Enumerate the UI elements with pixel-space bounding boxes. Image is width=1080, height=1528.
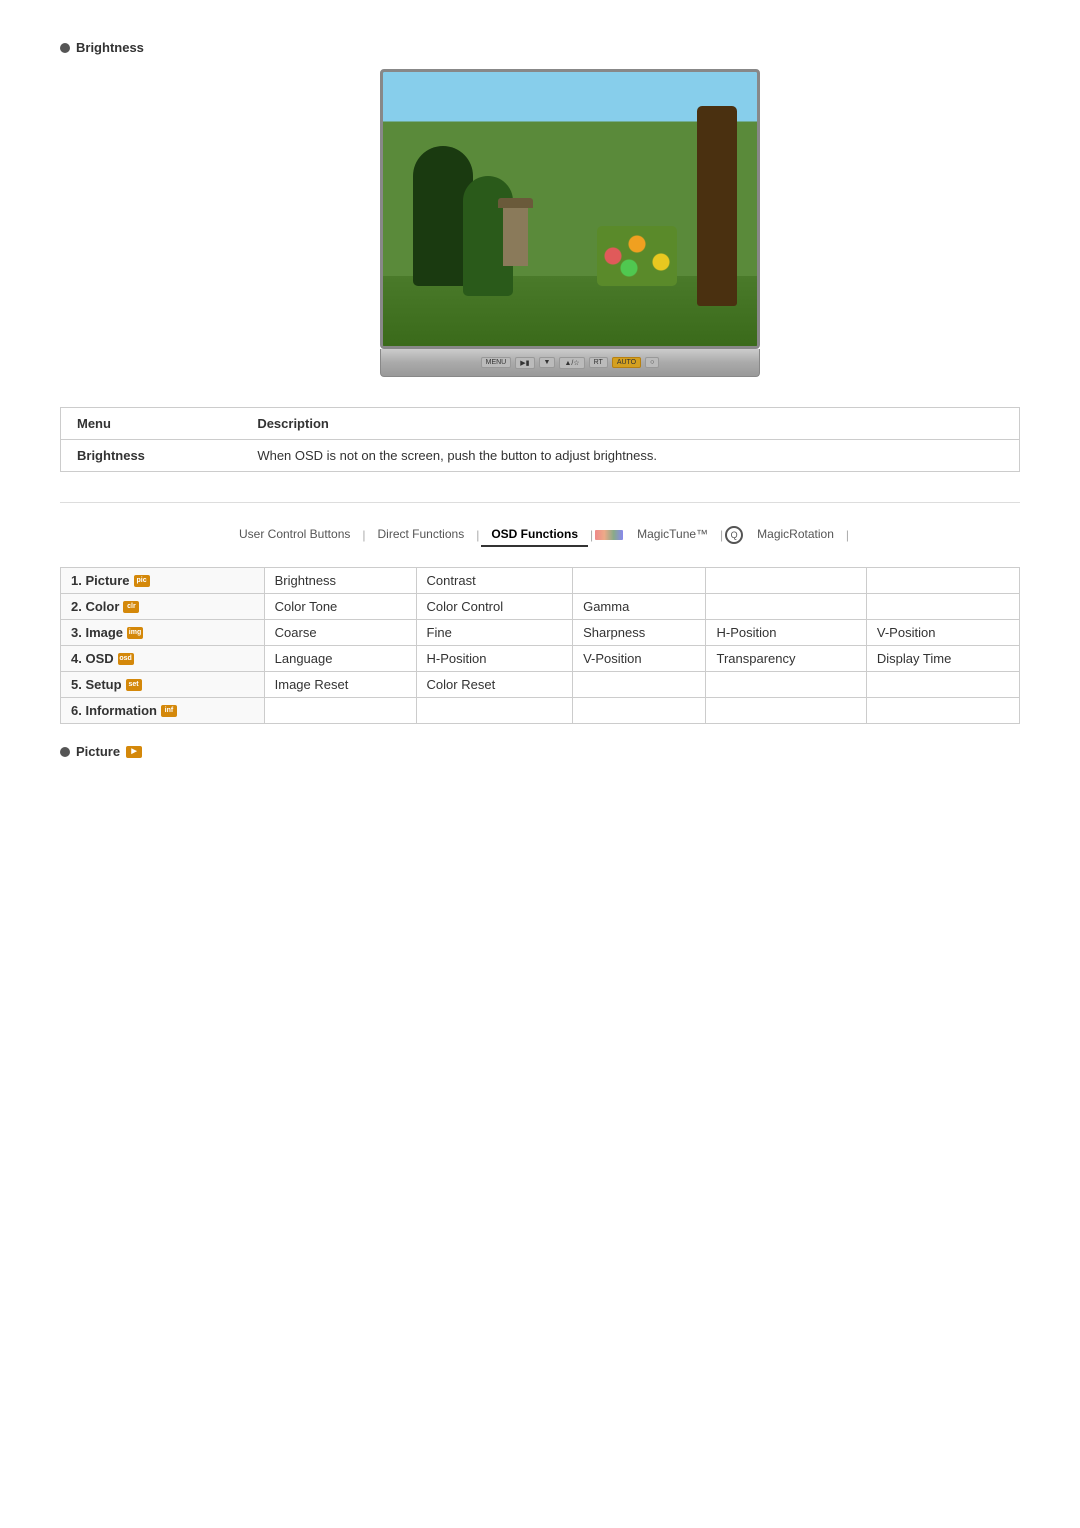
osd-row-label: 5. Setup set [61,672,265,698]
osd-table-row: 1. Picture picBrightnessContrast [61,568,1020,594]
osd-row-label: 6. Information inf [61,698,265,724]
osd-row-label: 1. Picture pic [61,568,265,594]
monitor-scene [383,72,757,346]
osd-cell-0: Image Reset [264,672,416,698]
flowers [597,226,677,286]
osd-cell-3 [706,594,866,620]
osd-table: 1. Picture picBrightnessContrast2. Color… [60,567,1020,724]
menu-button[interactable]: MENU [481,357,512,368]
row-icon: set [126,679,142,691]
osd-table-row: 3. Image imgCoarseFineSharpnessH-Positio… [61,620,1020,646]
osd-cell-4 [866,594,1019,620]
osd-row-label: 4. OSD osd [61,646,265,672]
osd-cell-0: Language [264,646,416,672]
osd-cell-1: Contrast [416,568,573,594]
auto-button[interactable]: AUTO [612,357,641,368]
menu-cell: Brightness [61,440,242,472]
picture-section: Picture ▶ [60,744,1020,759]
tab-direct-functions[interactable]: Direct Functions [368,523,475,547]
nav-sep-4: | [718,528,725,542]
osd-cell-4 [866,568,1019,594]
osd-cell-3 [706,698,866,724]
nav-sep-5: | [844,528,851,542]
power-button[interactable]: ○ [645,357,659,368]
monitor-frame [380,69,760,349]
nav-tabs: User Control Buttons | Direct Functions … [60,523,1020,547]
nav-sep-1: | [360,528,367,542]
osd-cell-2: V-Position [573,646,706,672]
osd-table-row: 5. Setup setImage ResetColor Reset [61,672,1020,698]
osd-cell-2 [573,698,706,724]
magicrotation-icon: Q [725,526,743,544]
osd-cell-1: Color Reset [416,672,573,698]
picture-circle-icon [60,747,70,757]
osd-cell-0: Color Tone [264,594,416,620]
osd-cell-4: Display Time [866,646,1019,672]
row-icon: clr [123,601,139,613]
picture-label: Picture [76,744,120,759]
osd-table-row: 4. OSD osdLanguageH-PositionV-PositionTr… [61,646,1020,672]
osd-cell-1 [416,698,573,724]
row-icon: osd [118,653,134,665]
table-row: Brightness When OSD is not on the screen… [61,440,1020,472]
row-icon: pic [134,575,150,587]
osd-cell-0: Brightness [264,568,416,594]
up-button[interactable]: ▲/☆ [559,357,584,369]
menu-col-header: Menu [61,408,242,440]
osd-cell-3 [706,672,866,698]
brightness-title: Brightness [60,40,1020,55]
picture-mini-icon: ▶ [126,746,142,758]
osd-cell-2 [573,672,706,698]
monitor-base: MENU ▶▮ ▼ ▲/☆ RT AUTO ○ [380,349,760,377]
brightness-down-button[interactable]: ▶▮ [515,357,534,369]
osd-cell-4 [866,672,1019,698]
divider [60,502,1020,503]
osd-cell-4: V-Position [866,620,1019,646]
osd-cell-4 [866,698,1019,724]
osd-cell-2: Sharpness [573,620,706,646]
pagoda [503,206,528,266]
row-icon: inf [161,705,177,717]
magictune-icon [595,530,623,540]
osd-row-label: 3. Image img [61,620,265,646]
nav-sep-2: | [474,528,481,542]
row-icon: img [127,627,143,639]
tree-right [697,106,737,306]
brightness-label: Brightness [76,40,144,55]
desc-cell: When OSD is not on the screen, push the … [241,440,1019,472]
tab-magictune[interactable]: MagicTune™ [627,523,718,547]
osd-cell-3: H-Position [706,620,866,646]
osd-cell-0: Coarse [264,620,416,646]
osd-cell-1: Fine [416,620,573,646]
osd-cell-1: Color Control [416,594,573,620]
picture-title-row: Picture ▶ [60,744,1020,759]
osd-cell-2 [573,568,706,594]
menu-description-table: Menu Description Brightness When OSD is … [60,407,1020,472]
osd-table-row: 2. Color clrColor ToneColor ControlGamma [61,594,1020,620]
down-button[interactable]: ▼ [539,357,556,368]
osd-cell-3: Transparency [706,646,866,672]
osd-row-label: 2. Color clr [61,594,265,620]
tab-magicrotation[interactable]: MagicRotation [747,523,844,547]
desc-col-header: Description [241,408,1019,440]
nav-sep-3: | [588,528,595,542]
rt-button[interactable]: RT [589,357,608,368]
tab-user-control-buttons[interactable]: User Control Buttons [229,523,360,547]
brightness-section: Brightness MENU ▶▮ ▼ ▲/☆ RT AUTO ○ [60,40,1020,377]
circle-bullet-icon [60,43,70,53]
osd-cell-3 [706,568,866,594]
osd-cell-1: H-Position [416,646,573,672]
osd-cell-0 [264,698,416,724]
osd-cell-2: Gamma [573,594,706,620]
tab-osd-functions[interactable]: OSD Functions [481,523,588,547]
osd-table-row: 6. Information inf [61,698,1020,724]
monitor-illustration: MENU ▶▮ ▼ ▲/☆ RT AUTO ○ [120,69,1020,377]
